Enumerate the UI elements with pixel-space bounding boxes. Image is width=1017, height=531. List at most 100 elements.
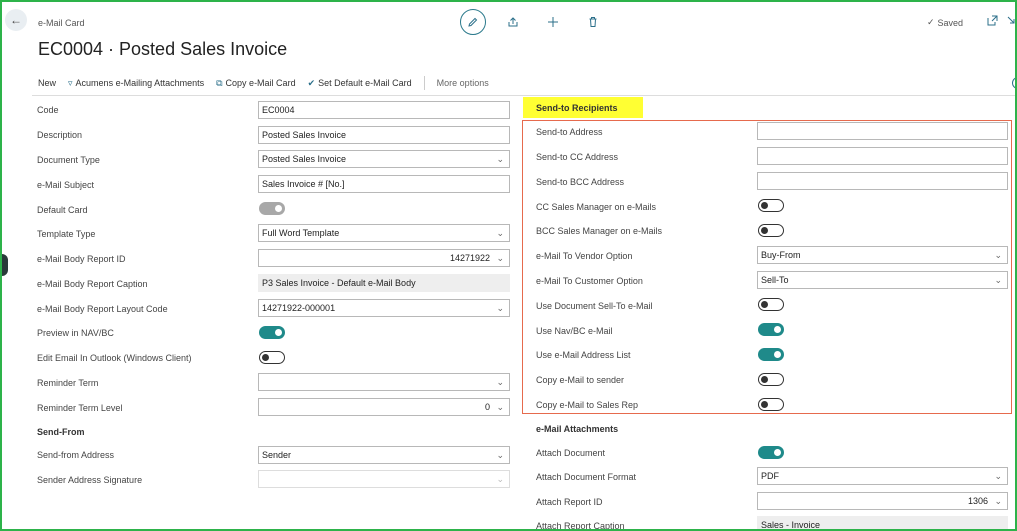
bcc-sales-manager-toggle[interactable] bbox=[758, 224, 784, 237]
attach-document-toggle[interactable] bbox=[758, 446, 784, 459]
chevron-down-icon: ⌄ bbox=[496, 450, 504, 460]
send-to-cc-field[interactable] bbox=[757, 147, 1008, 165]
attach-report-caption-field: Sales - Invoice bbox=[757, 516, 1008, 529]
acumens-attachments-action[interactable]: ▿ Acumens e-Mailing Attachments bbox=[62, 72, 210, 94]
default-card-toggle[interactable] bbox=[259, 202, 285, 215]
vendor-option-label: e-Mail To Vendor Option bbox=[536, 251, 633, 261]
body-layout-code-select[interactable]: 14271922-000001 ⌄ bbox=[258, 299, 510, 317]
use-nav-email-toggle[interactable] bbox=[758, 323, 784, 336]
more-options-action[interactable]: More options bbox=[431, 72, 495, 94]
delete-trash-icon[interactable] bbox=[580, 9, 606, 35]
send-from-address-select[interactable]: Sender ⌄ bbox=[258, 446, 510, 464]
body-report-caption-label: e-Mail Body Report Caption bbox=[37, 279, 148, 289]
send-to-address-label: Send-to Address bbox=[536, 127, 603, 137]
divider bbox=[32, 95, 1015, 96]
default-card-label: Default Card bbox=[37, 205, 88, 215]
attachments-heading: e-Mail Attachments bbox=[536, 424, 619, 434]
attach-document-label: Attach Document bbox=[536, 448, 606, 458]
chevron-down-icon: ⌄ bbox=[994, 275, 1002, 285]
template-type-select[interactable]: Full Word Template ⌄ bbox=[258, 224, 510, 242]
share-icon[interactable] bbox=[500, 9, 526, 35]
edit-outlook-toggle[interactable] bbox=[259, 351, 285, 364]
copy-to-sales-rep-toggle[interactable] bbox=[758, 398, 784, 411]
attach-format-label: Attach Document Format bbox=[536, 472, 637, 482]
check-circle-icon: ✔ bbox=[307, 77, 316, 88]
copy-to-sender-toggle[interactable] bbox=[758, 373, 784, 386]
chevron-down-icon: ⌄ bbox=[994, 250, 1002, 260]
chevron-down-icon: ⌄ bbox=[496, 474, 504, 484]
chevron-down-icon: ⌄ bbox=[496, 303, 504, 313]
chevron-down-icon: ⌄ bbox=[496, 402, 504, 412]
copy-to-sales-rep-label: Copy e-Mail to Sales Rep bbox=[536, 400, 639, 410]
send-from-address-label: Send-from Address bbox=[37, 450, 115, 460]
edit-outlook-label: Edit Email In Outlook (Windows Client) bbox=[37, 353, 192, 363]
edit-pencil-icon[interactable] bbox=[460, 9, 486, 35]
send-from-heading: Send-From bbox=[37, 427, 85, 437]
send-to-recipients-heading: Send-to Recipients bbox=[536, 103, 618, 113]
use-nav-email-label: Use Nav/BC e-Mail bbox=[536, 326, 613, 336]
attach-report-caption-label: Attach Report Caption bbox=[536, 521, 625, 531]
send-to-cc-label: Send-to CC Address bbox=[536, 152, 619, 162]
back-arrow-icon[interactable]: ← bbox=[5, 9, 27, 31]
funnel-icon: ▿ bbox=[68, 77, 73, 88]
chevron-down-icon: ⌄ bbox=[496, 228, 504, 238]
body-report-id-select[interactable]: 14271922 ⌄ bbox=[258, 249, 510, 267]
copy-to-sender-label: Copy e-Mail to sender bbox=[536, 375, 625, 385]
checkmark-icon: ✓ bbox=[927, 17, 935, 27]
email-subject-label: e-Mail Subject bbox=[37, 180, 95, 190]
use-doc-sellto-label: Use Document Sell-To e-Mail bbox=[536, 301, 653, 311]
attach-report-id-select[interactable]: 1306 ⌄ bbox=[757, 492, 1008, 510]
code-field[interactable]: EC0004 bbox=[258, 101, 510, 119]
add-new-icon[interactable] bbox=[540, 9, 566, 35]
chevron-down-icon: ⌄ bbox=[994, 471, 1002, 481]
customer-option-label: e-Mail To Customer Option bbox=[536, 276, 643, 286]
code-label: Code bbox=[37, 105, 59, 115]
template-type-label: Template Type bbox=[37, 229, 96, 239]
use-address-list-toggle[interactable] bbox=[758, 348, 784, 361]
side-panel-handle[interactable] bbox=[2, 254, 8, 276]
reminder-level-select[interactable]: 0 ⌄ bbox=[258, 398, 510, 416]
page-title: EC0004 · Posted Sales Invoice bbox=[38, 39, 288, 59]
sender-signature-label: Sender Address Signature bbox=[37, 475, 143, 485]
body-report-id-label: e-Mail Body Report ID bbox=[37, 254, 126, 264]
preview-label: Preview in NAV/BC bbox=[37, 328, 114, 338]
customer-option-select[interactable]: Sell-To ⌄ bbox=[757, 271, 1008, 289]
info-circle-icon[interactable] bbox=[1012, 77, 1015, 89]
attach-format-select[interactable]: PDF ⌄ bbox=[757, 467, 1008, 485]
attach-report-id-label: Attach Report ID bbox=[536, 497, 603, 507]
collapse-icon[interactable] bbox=[1006, 15, 1015, 27]
description-field[interactable]: Posted Sales Invoice bbox=[258, 126, 510, 144]
vendor-option-select[interactable]: Buy-From ⌄ bbox=[757, 246, 1008, 264]
bcc-sales-manager-label: BCC Sales Manager on e-Mails bbox=[536, 226, 663, 236]
action-separator bbox=[423, 76, 425, 90]
body-layout-code-label: e-Mail Body Report Layout Code bbox=[37, 304, 168, 314]
open-new-window-icon[interactable] bbox=[987, 15, 998, 28]
set-default-action[interactable]: ✔ Set Default e-Mail Card bbox=[302, 72, 418, 94]
copy-icon: ⧉ bbox=[216, 77, 223, 88]
send-to-bcc-field[interactable] bbox=[757, 172, 1008, 190]
copy-email-card-action[interactable]: ⧉ Copy e-Mail Card bbox=[210, 72, 301, 94]
email-subject-field[interactable]: Sales Invoice # [No.] bbox=[258, 175, 510, 193]
reminder-term-label: Reminder Term bbox=[37, 378, 99, 388]
action-bar: New ▿ Acumens e-Mailing Attachments ⧉ Co… bbox=[32, 72, 495, 94]
use-address-list-label: Use e-Mail Address List bbox=[536, 350, 631, 360]
send-to-bcc-label: Send-to BCC Address bbox=[536, 177, 625, 187]
chevron-down-icon: ⌄ bbox=[496, 154, 504, 164]
email-card-window: ← e-Mail Card EC0004 · Posted Sales Invo… bbox=[0, 0, 1017, 531]
chevron-down-icon: ⌄ bbox=[994, 496, 1002, 506]
reminder-term-select[interactable]: ⌄ bbox=[258, 373, 510, 391]
page-type-caption: e-Mail Card bbox=[38, 18, 85, 28]
use-doc-sellto-toggle[interactable] bbox=[758, 298, 784, 311]
document-type-select[interactable]: Posted Sales Invoice ⌄ bbox=[258, 150, 510, 168]
cc-sales-manager-toggle[interactable] bbox=[758, 199, 784, 212]
cc-sales-manager-label: CC Sales Manager on e-Mails bbox=[536, 202, 657, 212]
saved-status: ✓ Saved bbox=[927, 17, 964, 28]
document-type-label: Document Type bbox=[37, 155, 100, 165]
send-to-address-field[interactable] bbox=[757, 122, 1008, 140]
chevron-down-icon: ⌄ bbox=[496, 253, 504, 263]
new-action[interactable]: New bbox=[32, 72, 62, 94]
chevron-down-icon: ⌄ bbox=[496, 377, 504, 387]
preview-toggle[interactable] bbox=[259, 326, 285, 339]
reminder-level-label: Reminder Term Level bbox=[37, 403, 123, 413]
sender-signature-select[interactable]: ⌄ bbox=[258, 470, 510, 488]
